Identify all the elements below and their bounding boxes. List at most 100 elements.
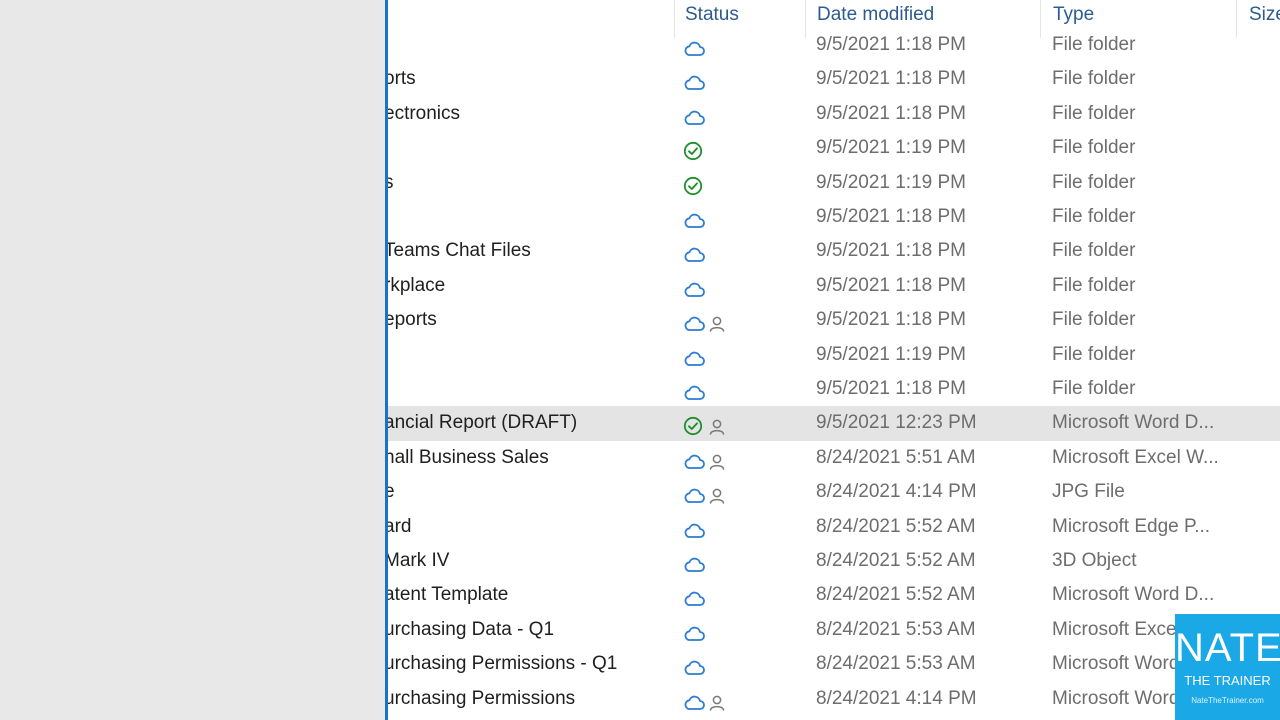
date-modified: 9/5/2021 1:19 PM — [816, 171, 966, 193]
cloud-icon — [683, 518, 705, 544]
date-modified: 9/5/2021 1:19 PM — [816, 137, 966, 159]
sync-status — [680, 613, 790, 647]
file-type: File folder — [1052, 137, 1136, 159]
sync-status — [680, 62, 790, 96]
date-modified: 8/24/2021 5:53 AM — [816, 653, 976, 675]
file-name[interactable]: urchasing Permissions — [388, 682, 664, 716]
cloud-icon — [683, 449, 705, 475]
file-name[interactable] — [388, 200, 664, 234]
file-name[interactable]: Teams Chat Files — [388, 234, 664, 268]
file-name[interactable]: ard — [388, 510, 664, 544]
sync-status — [680, 200, 790, 234]
file-type: File folder — [1052, 34, 1136, 55]
date-modified: 8/24/2021 4:14 PM — [816, 687, 977, 709]
date-modified: 8/24/2021 4:14 PM — [816, 481, 977, 503]
file-row[interactable]: eports 9/5/2021 1:18 PM File folder — [388, 303, 1280, 337]
file-name[interactable]: eports — [388, 303, 664, 337]
file-row[interactable]: nall Business Sales 8/24/2021 5:51 AM Micr… — [388, 441, 1280, 475]
logo-url: NateTheTrainer.com — [1191, 696, 1264, 705]
file-type: File folder — [1052, 102, 1136, 124]
file-type: Microsoft Word D... — [1052, 584, 1215, 606]
file-type: Microsoft Excel W... — [1052, 446, 1219, 468]
navigation-pane[interactable] — [0, 0, 385, 720]
sync-status — [680, 338, 790, 372]
file-list[interactable]: Status Date modified Type Size 9/5/2021 … — [388, 0, 1280, 720]
sync-status — [680, 166, 790, 200]
file-row[interactable]: ard 8/24/2021 5:52 AM Microsoft Edge P... — [388, 510, 1280, 544]
file-name[interactable] — [388, 131, 664, 165]
file-row[interactable]: orts 9/5/2021 1:18 PM File folder — [388, 62, 1280, 96]
cloud-icon — [683, 483, 705, 509]
file-name[interactable]: urchasing Data - Q1 — [388, 613, 664, 647]
file-row[interactable]: rkplace 9/5/2021 1:18 PM File folder — [388, 269, 1280, 303]
sync-status — [680, 510, 790, 544]
sync-status — [680, 303, 790, 337]
file-row[interactable]: urchasing Permissions 8/24/2021 4:14 PM Mi… — [388, 682, 1280, 716]
file-row[interactable]: 9/5/2021 1:18 PM File folder — [388, 200, 1280, 234]
file-type: 3D Object — [1052, 550, 1137, 571]
file-row[interactable]: Mark IV 8/24/2021 5:52 AM 3D Object — [388, 544, 1280, 578]
date-modified: 8/24/2021 5:52 AM — [816, 550, 976, 571]
cloud-icon — [683, 552, 705, 578]
file-type: File folder — [1052, 343, 1136, 365]
file-row[interactable]: atent Template 8/24/2021 5:52 AM Microsoft… — [388, 578, 1280, 612]
file-name[interactable]: atent Template — [388, 578, 664, 612]
cloud-icon — [683, 105, 705, 131]
file-row[interactable]: urchasing Data - Q1 8/24/2021 5:53 AM Micr… — [388, 613, 1280, 647]
nate-the-trainer-logo: NATE THE TRAINER NateTheTrainer.com — [1175, 614, 1280, 720]
file-row[interactable]: Teams Chat Files 9/5/2021 1:18 PM File fol… — [388, 234, 1280, 268]
file-row[interactable]: 9/5/2021 1:19 PM File folder — [388, 131, 1280, 165]
date-modified: 9/5/2021 1:18 PM — [816, 378, 966, 399]
file-name[interactable] — [388, 372, 664, 406]
cloud-icon — [683, 380, 705, 406]
person-icon — [708, 414, 726, 440]
check-icon — [683, 139, 703, 165]
logo-name: NATE — [1175, 626, 1280, 670]
date-modified: 9/5/2021 1:18 PM — [816, 309, 966, 331]
file-name[interactable]: ancial Report (DRAFT) — [388, 406, 664, 440]
file-row[interactable]: 9/5/2021 1:18 PM File folder — [388, 28, 1280, 62]
logo-subtitle: THE TRAINER — [1184, 673, 1271, 688]
file-row[interactable]: 9/5/2021 1:19 PM File folder — [388, 338, 1280, 372]
file-name[interactable]: orts — [388, 62, 664, 96]
person-icon — [708, 483, 726, 509]
sync-status — [680, 28, 790, 62]
file-name[interactable] — [388, 28, 664, 62]
date-modified: 9/5/2021 1:19 PM — [816, 343, 966, 365]
date-modified: 9/5/2021 1:18 PM — [816, 68, 966, 90]
file-row[interactable]: s 9/5/2021 1:19 PM File folder — [388, 166, 1280, 200]
file-row[interactable]: ancial Report (DRAFT) 9/5/2021 12:23 PM Mi… — [388, 406, 1280, 441]
date-modified: 8/24/2021 5:52 AM — [816, 584, 976, 606]
sync-status — [680, 97, 790, 131]
file-name[interactable] — [388, 338, 664, 372]
cloud-icon — [683, 311, 705, 337]
file-name[interactable]: ectronics — [388, 97, 664, 131]
cloud-icon — [683, 36, 705, 62]
file-type: File folder — [1052, 68, 1136, 90]
date-modified: 9/5/2021 1:18 PM — [816, 206, 966, 227]
date-modified: 9/5/2021 1:18 PM — [816, 102, 966, 124]
date-modified: 9/5/2021 1:18 PM — [816, 274, 966, 296]
file-name[interactable]: nall Business Sales — [388, 441, 664, 475]
sync-status — [680, 578, 790, 612]
file-name[interactable]: Mark IV — [388, 544, 664, 578]
file-type: File folder — [1052, 309, 1136, 331]
sync-status — [680, 475, 790, 509]
cloud-icon — [683, 586, 705, 612]
sync-status — [680, 131, 790, 165]
file-row[interactable]: ectronics 9/5/2021 1:18 PM File folder — [388, 97, 1280, 131]
file-name[interactable]: e — [388, 475, 664, 509]
check-icon — [683, 414, 703, 440]
file-row[interactable]: urchasing Permissions - Q1 8/24/2021 5:53… — [388, 647, 1280, 681]
file-row[interactable]: e 8/24/2021 4:14 PM JPG File — [388, 475, 1280, 509]
file-name[interactable]: urchasing Permissions - Q1 — [388, 647, 664, 681]
file-name[interactable]: s — [388, 166, 664, 200]
sync-status — [680, 372, 790, 406]
cloud-icon — [683, 277, 705, 303]
date-modified: 8/24/2021 5:51 AM — [816, 446, 976, 468]
sync-status — [680, 647, 790, 681]
file-row[interactable]: 9/5/2021 1:18 PM File folder — [388, 372, 1280, 406]
sync-status — [680, 234, 790, 268]
sync-status — [680, 441, 790, 475]
file-name[interactable]: rkplace — [388, 269, 664, 303]
